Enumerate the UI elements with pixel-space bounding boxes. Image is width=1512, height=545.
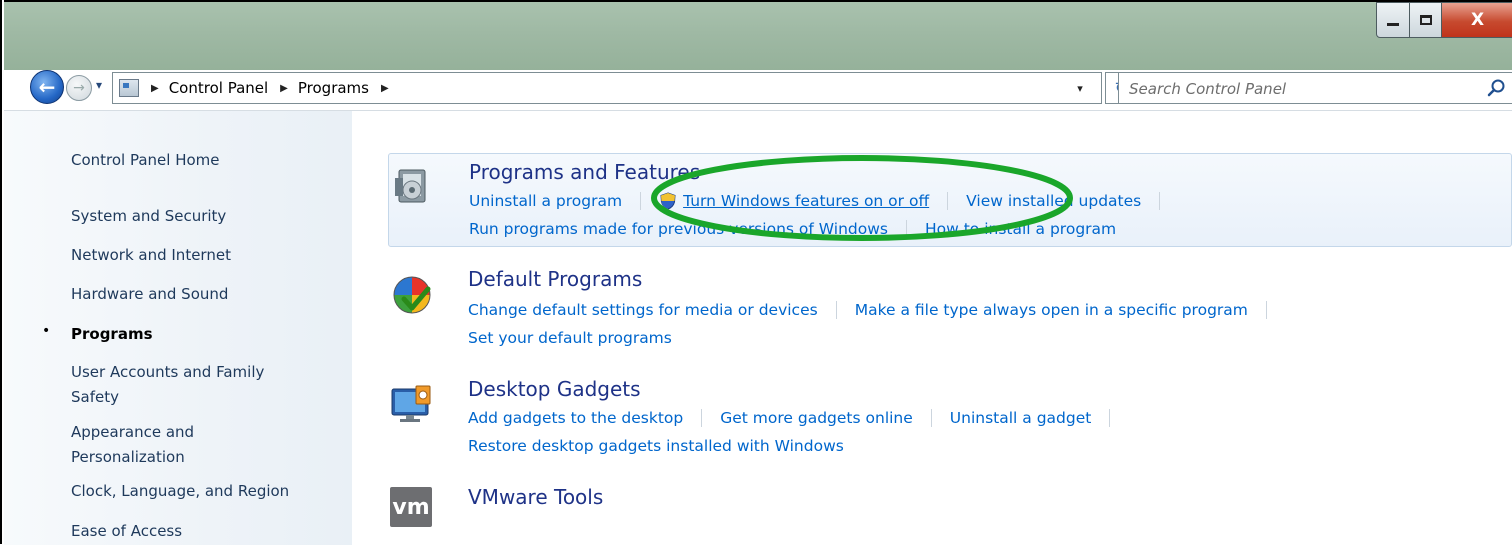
sidebar-item-user-accounts-line1[interactable]: User Accounts and Family xyxy=(71,361,264,383)
breadcrumb-programs[interactable]: Programs xyxy=(298,79,369,97)
close-button[interactable]: X xyxy=(1442,2,1512,38)
link-separator xyxy=(947,192,949,210)
link-run-programs-for-previous-versions[interactable]: Run programs made for previous versions … xyxy=(469,220,888,238)
task-line: Uninstall a program Turn Windows feature… xyxy=(469,192,1178,210)
link-separator xyxy=(1109,409,1111,427)
breadcrumb-separator-icon[interactable]: ▶ xyxy=(280,83,288,94)
task-line: Run programs made for previous versions … xyxy=(469,220,1116,238)
navigation-bar: ← → ▾ ▶ Control Panel ▶ Programs ▶ ▾ ↻ xyxy=(4,70,1512,110)
programs-and-features-icon xyxy=(395,169,426,203)
category-desktop-gadgets: Desktop Gadgets Add gadgets to the deskt… xyxy=(388,377,1512,467)
link-uninstall-a-program[interactable]: Uninstall a program xyxy=(469,192,622,210)
breadcrumb-separator-icon[interactable]: ▶ xyxy=(151,83,159,94)
link-separator xyxy=(930,409,932,427)
category-vmware-tools: vm VMware Tools xyxy=(388,483,1512,533)
link-separator xyxy=(640,192,642,210)
minimize-icon xyxy=(1387,22,1399,26)
link-set-your-default-programs[interactable]: Set your default programs xyxy=(468,329,672,347)
link-separator xyxy=(1265,301,1267,319)
task-line: Restore desktop gadgets installed with W… xyxy=(468,437,844,455)
task-line: Add gadgets to the desktop Get more gadg… xyxy=(468,409,1128,427)
sidebar-item-system-and-security[interactable]: System and Security xyxy=(71,205,226,227)
title-bar[interactable]: X xyxy=(4,0,1512,70)
minimize-button[interactable] xyxy=(1376,2,1410,38)
category-title-desktop-gadgets[interactable]: Desktop Gadgets xyxy=(468,377,641,401)
uac-shield-icon xyxy=(660,192,676,210)
link-file-type-always-open[interactable]: Make a file type always open in a specif… xyxy=(855,301,1248,319)
caption-buttons: X xyxy=(1376,2,1512,40)
address-dropdown-button[interactable]: ▾ xyxy=(1067,73,1093,103)
maximize-icon xyxy=(1419,15,1432,25)
link-separator xyxy=(905,220,907,238)
sidebar-item-programs: Programs xyxy=(71,325,153,343)
control-panel-window: X ← → ▾ ▶ Control Panel ▶ Programs ▶ ▾ ↻ xyxy=(0,0,1512,545)
control-panel-icon xyxy=(119,79,139,97)
recent-pages-dropdown[interactable]: ▾ xyxy=(96,78,102,92)
desktop-gadgets-icon xyxy=(391,385,431,422)
search-input[interactable] xyxy=(1127,77,1481,101)
sidebar-item-control-panel-home[interactable]: Control Panel Home xyxy=(71,149,220,171)
link-restore-desktop-gadgets[interactable]: Restore desktop gadgets installed with W… xyxy=(468,437,844,455)
forward-button[interactable]: → xyxy=(66,75,92,101)
content-area: Control Panel Home System and Security N… xyxy=(4,110,1512,545)
address-bar[interactable]: ▶ Control Panel ▶ Programs ▶ ▾ xyxy=(112,72,1102,104)
link-uninstall-a-gadget[interactable]: Uninstall a gadget xyxy=(950,409,1092,427)
link-how-to-install-a-program[interactable]: How to install a program xyxy=(925,220,1116,238)
category-title-default-programs[interactable]: Default Programs xyxy=(468,267,642,291)
sidebar-item-user-accounts-line2[interactable]: Safety xyxy=(71,386,119,408)
task-line: Change default settings for media or dev… xyxy=(468,301,1285,319)
sidebar-item-appearance-line1[interactable]: Appearance and xyxy=(71,421,194,443)
category-title-vmware-tools[interactable]: VMware Tools xyxy=(468,485,603,509)
search-icon[interactable] xyxy=(1487,78,1507,98)
breadcrumb-control-panel[interactable]: Control Panel xyxy=(169,79,268,97)
sidebar-item-hardware-and-sound[interactable]: Hardware and Sound xyxy=(71,283,228,305)
link-separator xyxy=(701,409,703,427)
default-programs-icon xyxy=(393,276,431,314)
sidebar-item-network-and-internet[interactable]: Network and Internet xyxy=(71,244,231,266)
category-default-programs: Default Programs Change default settings… xyxy=(388,267,1512,357)
link-turn-windows-features-on-or-off[interactable]: Turn Windows features on or off xyxy=(683,192,929,210)
breadcrumb-separator-icon[interactable]: ▶ xyxy=(381,83,389,94)
main-panel: Programs and Features Uninstall a progra… xyxy=(352,111,1512,545)
back-button[interactable]: ← xyxy=(30,70,64,104)
link-view-installed-updates[interactable]: View installed updates xyxy=(966,192,1141,210)
category-programs-and-features: Programs and Features Uninstall a progra… xyxy=(388,153,1512,247)
link-separator xyxy=(1159,192,1161,210)
chevron-down-icon: ▾ xyxy=(96,78,103,92)
forward-arrow-icon: → xyxy=(73,80,85,96)
current-item-bullet: • xyxy=(42,323,51,339)
back-arrow-icon: ← xyxy=(38,75,56,99)
vmware-icon: vm xyxy=(390,487,432,527)
sidebar: Control Panel Home System and Security N… xyxy=(4,111,352,545)
sidebar-item-appearance-line2[interactable]: Personalization xyxy=(71,446,185,468)
search-box[interactable] xyxy=(1118,72,1512,104)
chevron-down-icon: ▾ xyxy=(1077,81,1083,95)
category-title-programs-and-features[interactable]: Programs and Features xyxy=(469,160,700,184)
sidebar-item-ease-of-access[interactable]: Ease of Access xyxy=(71,520,182,542)
task-line: Set your default programs xyxy=(468,329,672,347)
link-add-gadgets-to-desktop[interactable]: Add gadgets to the desktop xyxy=(468,409,683,427)
close-icon: X xyxy=(1470,10,1485,30)
link-change-default-settings-media-devices[interactable]: Change default settings for media or dev… xyxy=(468,301,818,319)
link-separator xyxy=(835,301,837,319)
maximize-button[interactable] xyxy=(1410,2,1442,38)
link-get-more-gadgets-online[interactable]: Get more gadgets online xyxy=(720,409,913,427)
sidebar-item-clock-language-region[interactable]: Clock, Language, and Region xyxy=(71,480,289,502)
